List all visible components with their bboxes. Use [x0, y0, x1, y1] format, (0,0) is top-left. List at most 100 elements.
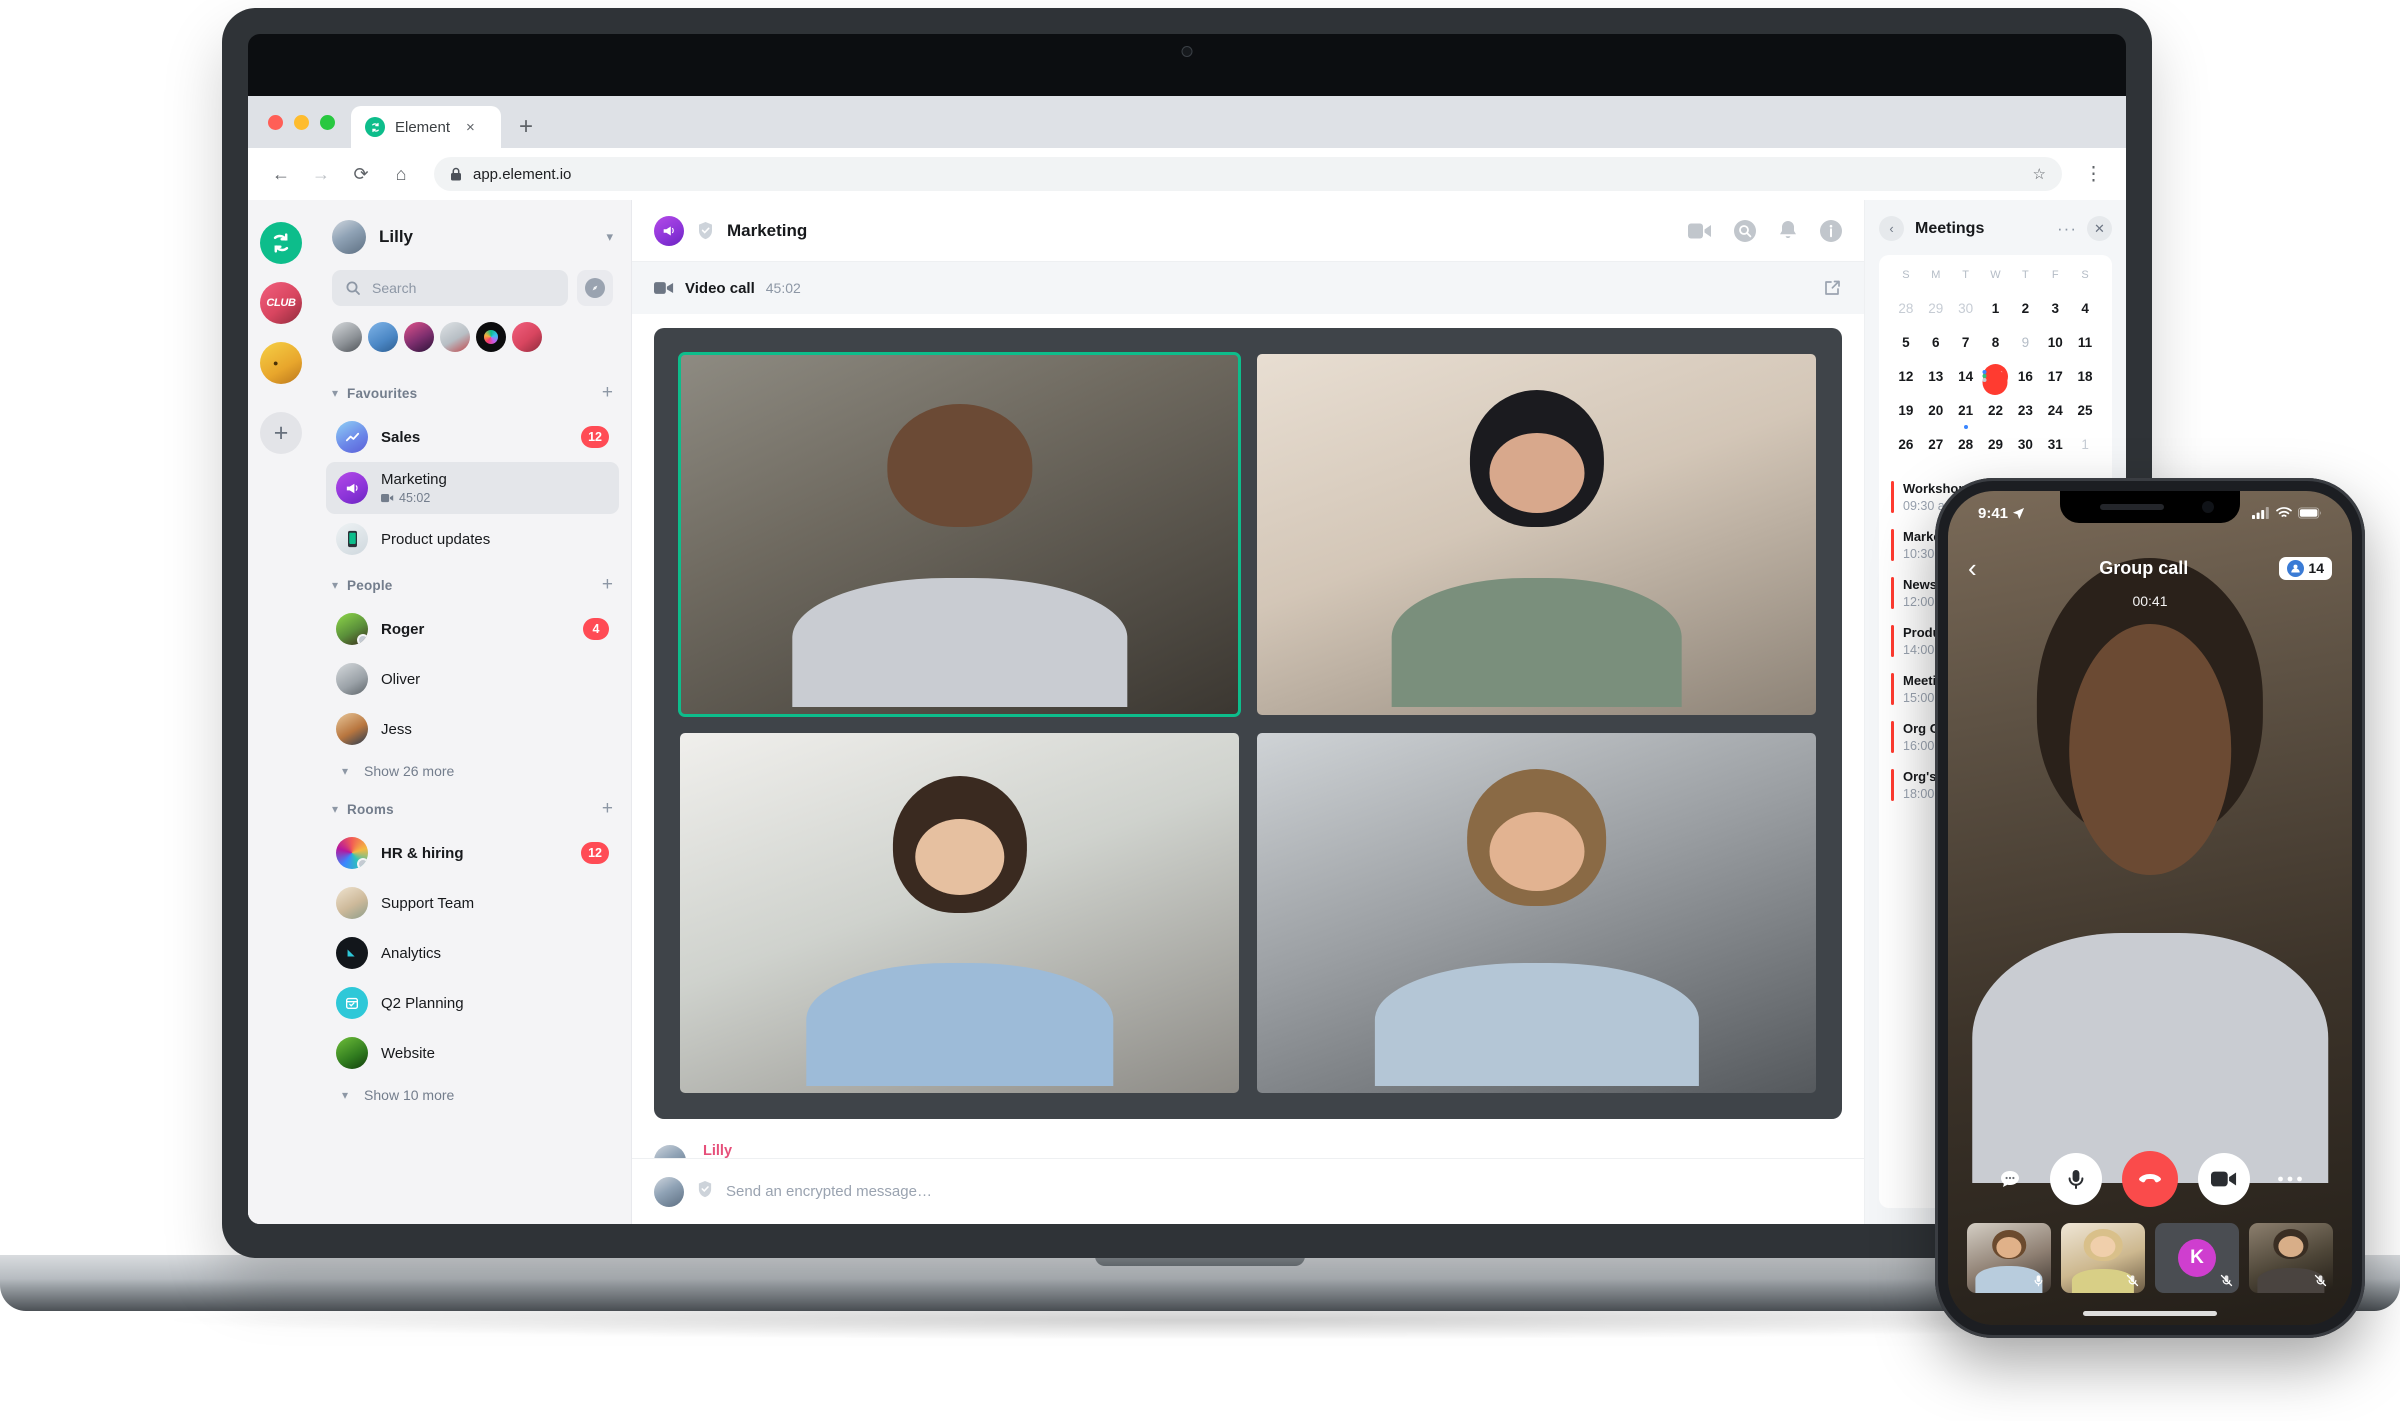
dm-avatar[interactable] [332, 322, 362, 352]
phone-thumb-3[interactable]: K [2155, 1223, 2239, 1293]
calendar-day[interactable]: 12 [1891, 364, 1921, 389]
calendar-day[interactable]: 16 [2010, 364, 2040, 389]
external-link-icon[interactable] [1822, 278, 1842, 298]
message-composer[interactable]: Send an encrypted message… [632, 1158, 1864, 1224]
window-traffic-lights[interactable] [266, 96, 351, 148]
phone-thumb-2[interactable] [2061, 1223, 2145, 1293]
user-menu[interactable]: Lilly ▾ [314, 200, 631, 270]
calendar-day[interactable]: 19 [1891, 398, 1921, 423]
calendar-day[interactable]: 14 [1951, 364, 1981, 389]
add-room-button[interactable]: + [602, 798, 613, 820]
calendar-day[interactable]: 17 [2040, 364, 2070, 389]
notifications-bell-icon[interactable] [1778, 220, 1798, 242]
calendar-day[interactable]: 24 [2040, 398, 2070, 423]
section-header-rooms[interactable]: ▾ Rooms + [326, 788, 619, 828]
calendar-day[interactable]: 4 [2070, 296, 2100, 321]
calendar-day[interactable]: 31 [2040, 432, 2070, 457]
room-info-icon[interactable] [1820, 219, 1842, 242]
close-icon[interactable]: ✕ [2087, 216, 2112, 241]
calendar-day[interactable]: 8 [1981, 330, 2011, 355]
sidebar-item-roger[interactable]: Roger 4 [326, 604, 619, 654]
video-tile-participant-1[interactable] [678, 352, 1241, 717]
sidebar-item-website[interactable]: Website [326, 1028, 619, 1078]
bookmark-star-icon[interactable]: ☆ [2033, 165, 2046, 183]
sidebar-item-sales[interactable]: Sales 12 [326, 412, 619, 462]
calendar-day[interactable]: 3 [2040, 296, 2070, 321]
calendar-day[interactable]: 9 [2010, 330, 2040, 355]
sidebar-item-product-updates[interactable]: Product updates [326, 514, 619, 564]
sidebar-item-hr-hiring[interactable]: HR & hiring 12 [326, 828, 619, 878]
add-room-button[interactable]: + [602, 382, 613, 404]
sidebar-item-home-space[interactable] [260, 222, 302, 264]
calendar-day[interactable]: 25 [2070, 398, 2100, 423]
more-options-icon[interactable]: ··· [2057, 219, 2077, 239]
chevron-down-icon[interactable]: ▾ [332, 386, 338, 400]
chevron-down-icon[interactable]: ▾ [606, 229, 613, 245]
calendar-day[interactable]: 18 [2070, 364, 2100, 389]
chevron-left-icon[interactable]: ‹ [1879, 216, 1904, 241]
sidebar-item-jess[interactable]: Jess [326, 704, 619, 754]
participant-count-button[interactable]: 14 [2279, 556, 2332, 580]
back-button[interactable]: ← [264, 157, 298, 191]
microphone-icon[interactable] [2050, 1153, 2102, 1205]
video-call-icon[interactable] [1688, 222, 1712, 240]
dm-avatar[interactable] [512, 322, 542, 352]
calendar-day[interactable]: 22 [1981, 398, 2011, 423]
video-tile-participant-3[interactable] [680, 732, 1239, 1094]
calendar-day[interactable]: 1 [2070, 432, 2100, 457]
dm-avatar[interactable] [404, 322, 434, 352]
sidebar-item-support-team[interactable]: Support Team [326, 878, 619, 928]
show-more-rooms-button[interactable]: ▾ Show 10 more [326, 1078, 619, 1112]
calendar-day[interactable]: 7 [1951, 330, 1981, 355]
search-icon[interactable] [1734, 219, 1756, 242]
room-list-scroll[interactable]: ▾ Favourites + Sales 12 Marketing 45:02 … [314, 372, 631, 1224]
browser-menu-icon[interactable]: ⋮ [2078, 163, 2110, 186]
calendar-day[interactable]: 30 [1951, 296, 1981, 321]
chevron-down-icon[interactable]: ▾ [332, 802, 338, 816]
browser-tab[interactable]: Element × [351, 106, 501, 148]
sidebar-item-oliver[interactable]: Oliver [326, 654, 619, 704]
calendar[interactable]: S M T W T F S 28 29 30 1 2 3 4 5 6 7 8 9 10 11 12 13 14 1… [1879, 255, 2112, 467]
section-header-favourites[interactable]: ▾ Favourites + [326, 372, 619, 412]
calendar-day[interactable]: 21 [1951, 398, 1981, 429]
chevron-left-icon[interactable]: ‹ [1968, 553, 2008, 584]
address-bar[interactable]: app.element.io ☆ [434, 157, 2062, 191]
forward-button[interactable]: → [304, 157, 338, 191]
calendar-day[interactable]: 26 [1891, 432, 1921, 457]
minimize-window-button[interactable] [294, 114, 309, 130]
more-options-icon[interactable] [2270, 1159, 2310, 1199]
new-tab-button[interactable]: + [501, 106, 551, 148]
show-more-people-button[interactable]: ▾ Show 26 more [326, 754, 619, 788]
dm-avatar[interactable] [476, 322, 506, 352]
phone-thumb-4[interactable] [2249, 1223, 2333, 1293]
calendar-day[interactable]: 13 [1921, 364, 1951, 389]
sidebar-item-pikachu-space[interactable] [260, 342, 302, 384]
add-space-button[interactable]: + [260, 412, 302, 454]
calendar-day[interactable]: 10 [2040, 330, 2070, 355]
calendar-day[interactable]: 1 [1981, 296, 2011, 321]
calendar-day[interactable]: 2 [2010, 296, 2040, 321]
video-camera-icon[interactable] [2198, 1153, 2250, 1205]
hangup-phone-icon[interactable] [2122, 1151, 2178, 1207]
explore-rooms-button[interactable] [577, 270, 613, 306]
calendar-day[interactable]: 28 [1891, 296, 1921, 321]
chat-bubble-icon[interactable] [1990, 1159, 2030, 1199]
sidebar-item-analytics[interactable]: Analytics [326, 928, 619, 978]
calendar-day[interactable]: 23 [2010, 398, 2040, 423]
sidebar-item-marketing[interactable]: Marketing 45:02 [326, 462, 619, 514]
section-header-people[interactable]: ▾ People + [326, 564, 619, 604]
reload-button[interactable]: ⟳ [344, 157, 378, 191]
tab-close-icon[interactable]: × [466, 119, 475, 136]
sidebar-item-q2-planning[interactable]: Q2 Planning [326, 978, 619, 1028]
phone-thumb-1[interactable] [1967, 1223, 2051, 1293]
video-tile-participant-2[interactable] [1257, 354, 1816, 715]
calendar-day[interactable]: 15 [1981, 364, 2011, 395]
calendar-day[interactable]: 30 [2010, 432, 2040, 457]
calendar-day[interactable]: 5 [1891, 330, 1921, 355]
calendar-day[interactable]: 27 [1921, 432, 1951, 457]
calendar-day[interactable]: 6 [1921, 330, 1951, 355]
sidebar-item-club-space[interactable] [260, 282, 302, 324]
calendar-day[interactable]: 11 [2070, 330, 2100, 355]
close-window-button[interactable] [268, 114, 283, 130]
message-sender[interactable]: Lilly [703, 1143, 1074, 1158]
